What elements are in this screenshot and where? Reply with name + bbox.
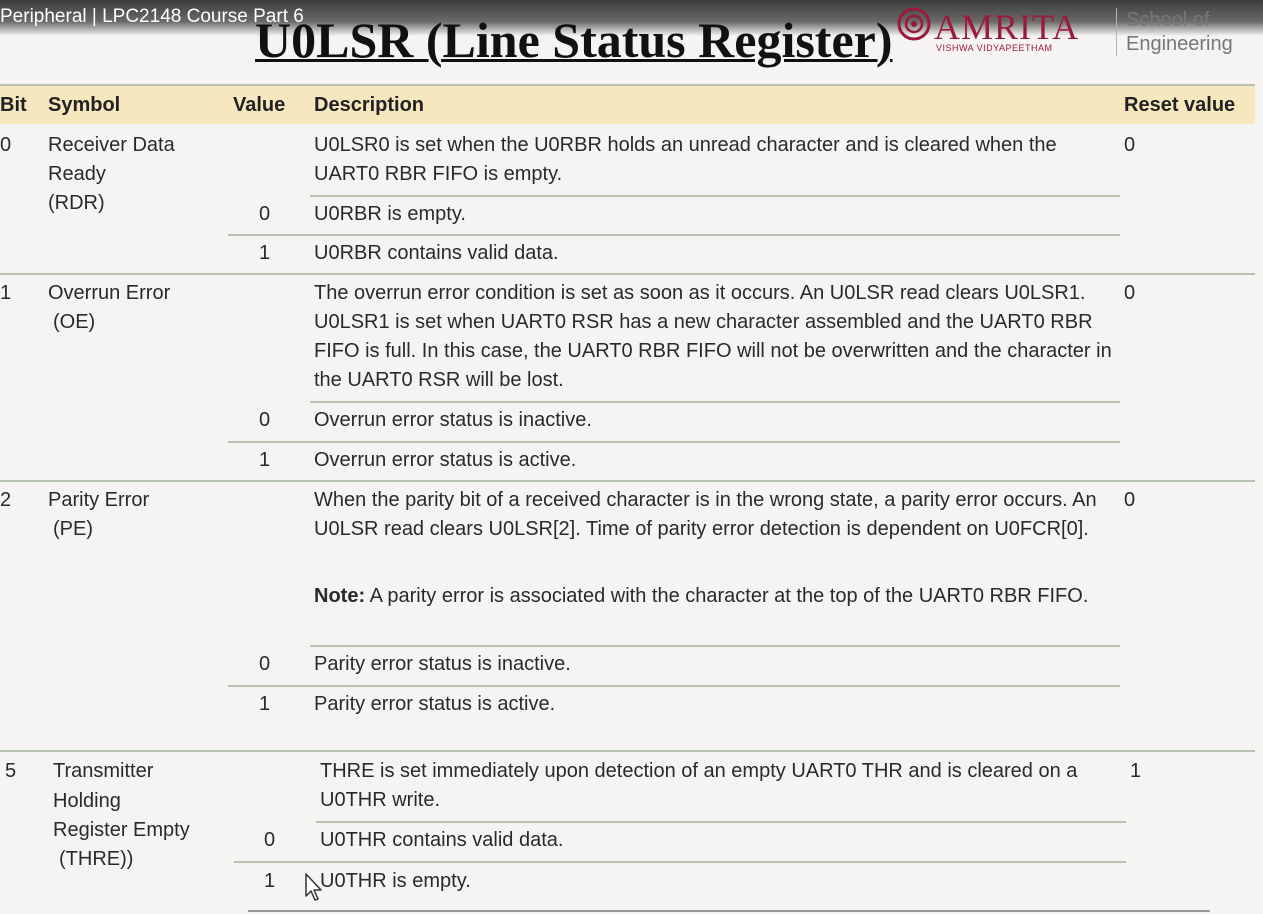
reset-value-cell: 0 bbox=[1124, 282, 1136, 304]
reset-value-cell: 0 bbox=[1124, 134, 1136, 156]
logo-school: School of Engineering bbox=[1126, 8, 1233, 56]
value-description: U0THR is empty. bbox=[320, 870, 471, 892]
description-cell: U0LSR0 is set when the U0RBR holds an un… bbox=[314, 134, 1057, 185]
sub-row-rule bbox=[228, 685, 1120, 687]
table-header bbox=[0, 86, 1255, 124]
value-description: Parity error status is inactive. bbox=[314, 653, 571, 675]
value-cell: 0 bbox=[259, 653, 271, 675]
amrita-emblem-icon bbox=[897, 7, 931, 41]
logo-school-line1: School of bbox=[1126, 9, 1210, 31]
symbol-line: Holding bbox=[53, 790, 121, 812]
bit-cell: 2 bbox=[0, 489, 12, 511]
reset-value-cell: 1 bbox=[1130, 760, 1142, 782]
reset-value-cell: 0 bbox=[1124, 489, 1136, 511]
row-rule bbox=[0, 750, 1255, 752]
symbol-line: Overrun Error bbox=[48, 282, 171, 304]
symbol-line: Parity Error bbox=[48, 489, 150, 511]
note-cell: Note: A parity error is associated with … bbox=[314, 582, 1124, 611]
value-description: U0THR contains valid data. bbox=[320, 829, 564, 851]
header-reset-value: Reset value bbox=[1124, 94, 1236, 116]
value-cell: 0 bbox=[259, 203, 271, 225]
symbol-line: (THRE)) bbox=[59, 848, 134, 870]
description-cell: The overrun error condition is set as so… bbox=[314, 282, 1112, 391]
value-cell: 1 bbox=[259, 693, 271, 715]
row-rule bbox=[0, 480, 1255, 482]
bit-cell: 5 bbox=[5, 760, 17, 782]
symbol-line: Transmitter bbox=[53, 760, 154, 782]
logo-subtext: VISHWA VIDYAPEETHAM bbox=[936, 43, 1053, 53]
value-description: U0RBR contains valid data. bbox=[314, 242, 559, 264]
symbol-line: Register Empty bbox=[53, 819, 190, 841]
logo-wordmark: AMRITA bbox=[934, 7, 1080, 47]
symbol-line: (PE) bbox=[53, 518, 93, 540]
sub-row-rule bbox=[316, 821, 1126, 823]
mouse-cursor-icon bbox=[305, 873, 322, 901]
symbol-line: (OE) bbox=[53, 311, 96, 333]
note-label: Note: bbox=[314, 585, 366, 607]
table-bottom-rule bbox=[248, 910, 1210, 912]
value-cell: 1 bbox=[259, 242, 271, 264]
sub-row-rule bbox=[228, 441, 1120, 443]
value-description: Parity error status is active. bbox=[314, 693, 556, 715]
sub-row-rule bbox=[228, 234, 1120, 236]
sub-row-rule bbox=[310, 195, 1120, 197]
sub-row-rule bbox=[310, 401, 1120, 403]
value-cell: 1 bbox=[259, 449, 271, 471]
value-cell: 0 bbox=[259, 409, 271, 431]
symbol-line: Ready bbox=[48, 163, 106, 185]
header-symbol: Symbol bbox=[48, 94, 121, 116]
header-description: Description bbox=[314, 94, 425, 116]
value-cell: 0 bbox=[264, 829, 276, 851]
row-rule bbox=[0, 273, 1255, 275]
description-cell: When the parity bit of a received charac… bbox=[314, 489, 1097, 540]
value-description: U0RBR is empty. bbox=[314, 203, 466, 225]
slide-title: U0LSR (Line Status Register) bbox=[255, 12, 893, 68]
value-description: Overrun error status is inactive. bbox=[314, 409, 592, 431]
description-cell: THRE is set immediately upon detection o… bbox=[320, 760, 1078, 811]
logo-divider bbox=[1116, 8, 1117, 56]
note-text: A parity error is associated with the ch… bbox=[365, 585, 1089, 607]
symbol-line: (RDR) bbox=[48, 192, 105, 214]
bit-cell: 1 bbox=[0, 282, 12, 304]
sub-row-rule bbox=[234, 861, 1126, 863]
header-value: Value bbox=[233, 94, 286, 116]
header-bit: Bit bbox=[0, 94, 27, 116]
value-description: Overrun error status is active. bbox=[314, 449, 577, 471]
amrita-logo: AMRITA VISHWA VIDYAPEETHAM School of Eng… bbox=[896, 6, 1263, 58]
symbol-line: Receiver Data bbox=[48, 134, 175, 156]
value-cell: 1 bbox=[264, 870, 276, 892]
bit-cell: 0 bbox=[0, 134, 12, 156]
logo-school-line2: Engineering bbox=[1126, 33, 1233, 55]
sub-row-rule bbox=[310, 645, 1120, 647]
